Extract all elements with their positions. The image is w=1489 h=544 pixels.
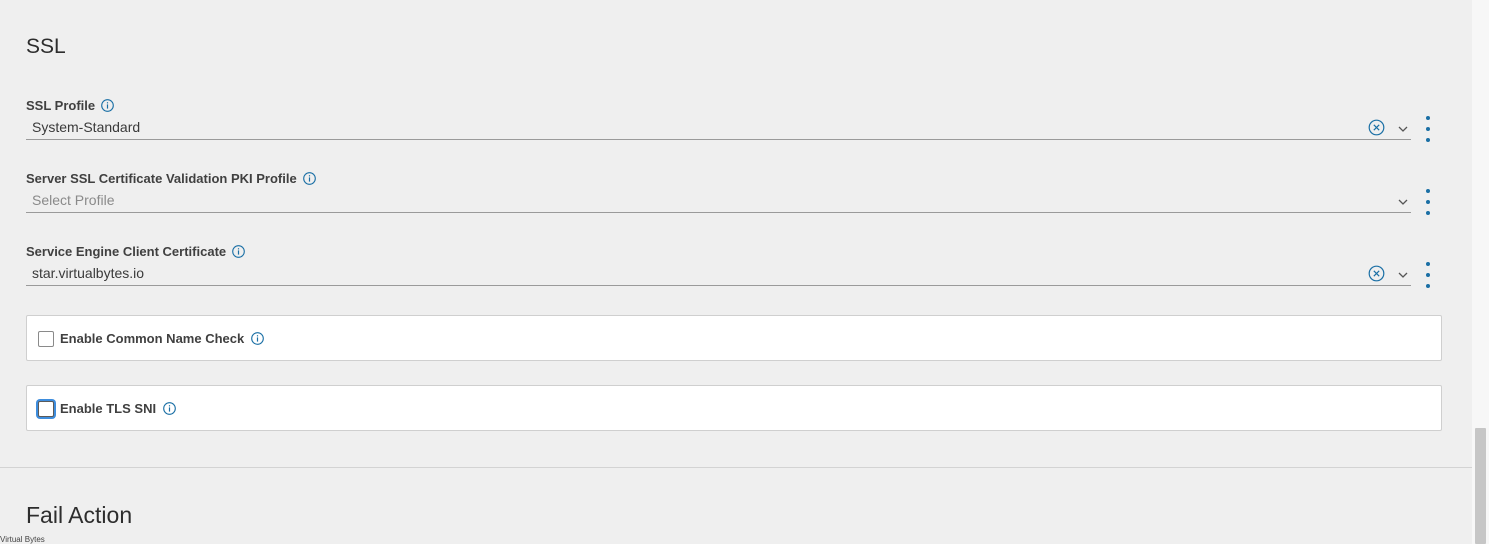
tls-sni-panel: Enable TLS SNI [26,385,1442,431]
client-cert-label-text: Service Engine Client Certificate [26,244,227,259]
ssl-profile-label-text: SSL Profile [26,98,96,113]
section-title-ssl: SSL [26,35,66,58]
client-cert-value: star.virtualbytes.io [32,265,145,281]
pki-profile-placeholder: Select Profile [32,192,115,208]
ssl-profile-value: System-Standard [32,119,141,135]
info-icon[interactable] [251,332,265,345]
info-icon[interactable] [232,245,245,258]
page: SSL SSL Profile System-Standard Server S… [0,0,1489,544]
tls-sni-label-text: Enable TLS SNI [60,401,157,416]
client-cert-select[interactable]: star.virtualbytes.io [26,263,1411,286]
more-options-icon[interactable] [1424,116,1432,142]
ssl-profile-select[interactable]: System-Standard [26,117,1411,140]
clear-icon[interactable] [1368,265,1385,282]
scrollbar-thumb[interactable] [1475,428,1486,544]
common-name-check-checkbox[interactable] [38,331,54,347]
tls-sni-label[interactable]: Enable TLS SNI [60,401,176,416]
tls-sni-checkbox[interactable] [38,401,54,417]
more-options-icon[interactable] [1424,189,1432,215]
common-name-check-panel: Enable Common Name Check [26,315,1442,361]
common-name-check-label-text: Enable Common Name Check [60,331,245,346]
section-title-fail-action: Fail Action [26,502,133,528]
info-icon[interactable] [302,172,316,185]
pki-profile-label: Server SSL Certificate Validation PKI Pr… [26,171,316,186]
section-divider [0,467,1472,468]
footer-brand: Virtual Bytes [0,535,45,544]
chevron-down-icon[interactable] [1397,268,1409,280]
clear-icon[interactable] [1368,119,1385,136]
pki-profile-select[interactable]: Select Profile [26,190,1411,213]
ssl-profile-field: SSL Profile System-Standard [26,98,1441,142]
chevron-down-icon[interactable] [1397,195,1409,207]
pki-profile-label-text: Server SSL Certificate Validation PKI Pr… [26,171,297,186]
more-options-icon[interactable] [1424,262,1432,288]
ssl-profile-label: SSL Profile [26,98,114,113]
client-cert-field: Service Engine Client Certificate star.v… [26,244,1441,288]
pki-profile-field: Server SSL Certificate Validation PKI Pr… [26,171,1441,215]
info-icon[interactable] [163,402,176,415]
chevron-down-icon[interactable] [1397,122,1409,134]
common-name-check-label[interactable]: Enable Common Name Check [60,331,265,346]
info-icon[interactable] [101,99,114,112]
client-cert-label: Service Engine Client Certificate [26,244,245,259]
